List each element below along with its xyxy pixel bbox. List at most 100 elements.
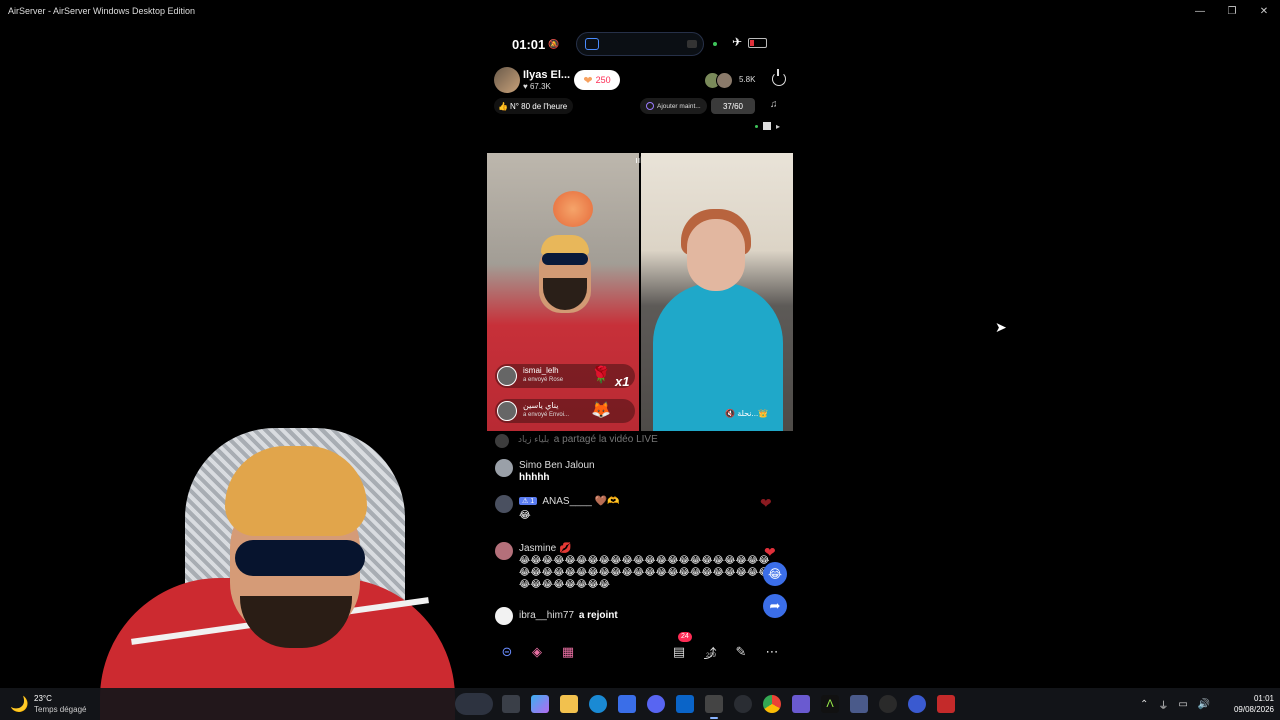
weather-widget[interactable]: 🌙 23°C Temps dégagé (10, 693, 100, 715)
task-view-icon[interactable] (502, 695, 520, 713)
chevron-up-icon[interactable]: ⌃ (1140, 699, 1148, 710)
hourly-rank-pill[interactable]: 👍 N° 80 de l'heure (494, 98, 574, 114)
heart-icon: ❤ (764, 544, 776, 560)
window-titlebar: AirServer - AirServer Windows Desktop Ed… (0, 0, 1280, 22)
avatar[interactable] (495, 542, 513, 560)
chat-message: بلياء زياد a partagé la vidéo LIVE (494, 434, 794, 448)
share-count: 299 (706, 653, 717, 659)
active-app-indicator (710, 717, 718, 719)
airserver-icon[interactable] (705, 695, 723, 713)
chat-user[interactable]: Simo Ben Jaloun (519, 460, 595, 471)
viewer-count[interactable]: 5.8K (739, 75, 755, 84)
maximize-button[interactable]: ❐ (1216, 0, 1248, 22)
file-explorer-icon[interactable] (560, 695, 578, 713)
follow-button[interactable]: ❤ 250 (574, 70, 620, 90)
avatar[interactable] (495, 459, 513, 477)
top-viewers[interactable] (704, 72, 736, 90)
outlook-icon[interactable] (676, 695, 694, 713)
guest-face (687, 219, 745, 291)
level-badge: ⚠ 1 (519, 497, 538, 505)
gift-sub: a envoyé Rose (523, 377, 564, 383)
avatar (497, 401, 517, 421)
host-video-pane[interactable]: ismai_lelh a envoyé Rose 🌹 يناي ياسين a … (487, 153, 639, 431)
thumbs-up-icon: 👍 (498, 101, 508, 111)
music-icon[interactable]: ♫ (770, 99, 778, 110)
window-title: AirServer - AirServer Windows Desktop Ed… (8, 6, 196, 16)
ea-icon[interactable] (908, 695, 926, 713)
chat-text: 😂 (519, 510, 531, 521)
chat-user: Jasmine (519, 543, 557, 554)
nvidia-icon[interactable]: Λ (821, 695, 839, 713)
guest-video-pane[interactable]: 🔇 نحلة...👑 (641, 153, 793, 431)
chat-text: a rejoint (578, 610, 618, 621)
network-icon[interactable]: ▭ (1178, 699, 1187, 710)
steam-icon[interactable] (879, 695, 897, 713)
taskbar-search[interactable] (455, 693, 493, 715)
volume-icon[interactable]: 🔊 (1198, 699, 1210, 710)
avatar (495, 434, 509, 448)
multi-guest-icon[interactable]: ◈ (527, 642, 547, 662)
chrome-icon[interactable] (763, 695, 781, 713)
rose-icon: 🌹 (591, 367, 611, 384)
gift-notification: يناي ياسين a envoyé Envoi... 🦊 (495, 399, 635, 423)
power-icon[interactable] (772, 69, 786, 86)
edge-icon[interactable] (589, 695, 607, 713)
weather-temp: 23°C (34, 694, 52, 703)
moon-icon: 🌙 (10, 696, 29, 713)
add-guest-label: Ajouter maint... (657, 102, 701, 110)
minimize-button[interactable]: — (1184, 0, 1216, 22)
share-icon[interactable]: ⤴ (700, 642, 720, 662)
status-time: 01:01 (512, 36, 546, 52)
chat-app-icon[interactable] (850, 695, 868, 713)
guest-count-pill[interactable]: 37/60 (711, 98, 755, 114)
mouse-cursor-icon: ➤ (995, 319, 1007, 335)
chevron-right-icon[interactable]: ▸ (776, 122, 780, 131)
live-rank-row: 👍 N° 80 de l'heure Ajouter maint... 37/6… (494, 98, 794, 114)
game-controller-icon[interactable] (792, 695, 810, 713)
weather-desc: Temps dégagé (34, 705, 87, 714)
chat-badges: 💋 (559, 543, 572, 554)
home-icon[interactable] (763, 122, 771, 130)
multi-guest-video: ismai_lelh a envoyé Rose 🌹 يناي ياسين a … (487, 153, 793, 431)
gift-user: يناي ياسين (523, 401, 559, 410)
microphone-icon[interactable]: ⏚ (1158, 697, 1168, 712)
copilot-icon[interactable] (531, 695, 549, 713)
chat-text: a partagé la vidéo LIVE (553, 434, 658, 445)
avatar[interactable] (495, 607, 513, 625)
close-button[interactable]: ✕ (1248, 0, 1280, 22)
chat-message: ibra__him77 a rejoint (494, 607, 794, 625)
discord-icon[interactable] (647, 695, 665, 713)
system-tray: ⌃ ⏚ ▭ 🔊 (1140, 697, 1220, 712)
heart-icon: ❤ (760, 495, 772, 511)
chat-text: hhhhh (519, 472, 550, 483)
host-name[interactable]: Ilyas El... (523, 69, 570, 81)
host-hair (541, 235, 589, 255)
avatar (716, 72, 733, 89)
webcam-hair (225, 446, 367, 536)
clock-time: 01:01 (1253, 694, 1274, 703)
webcam-sunglasses (235, 540, 365, 576)
chat-user: ANAS____ (542, 496, 592, 507)
link-icon[interactable]: ⊝ (497, 642, 517, 662)
stream-app-icon[interactable] (937, 695, 955, 713)
chat-user: بلياء زياد (518, 434, 550, 444)
chat-text: 😂😂😂😂😂😂😂😂😂😂😂😂😂😂😂😂😂😂😂😂😂😂😂😂😂😂😂😂😂😂😂😂😂😂😂😂😂😂😂😂… (519, 555, 770, 590)
comments-icon[interactable]: ▤ (669, 642, 689, 662)
host-avatar[interactable] (494, 67, 520, 93)
more-icon[interactable]: ⋯ (762, 642, 782, 662)
taskbar-clock[interactable]: 01:01 09/08/2026 (1222, 693, 1274, 715)
add-guest-button[interactable]: Ajouter maint... (640, 98, 707, 114)
obs-icon[interactable] (734, 695, 752, 713)
live-toolbar: ⊝ ◈ ▦ ▤ 24 ⤴ 299 ✎ ⋯ (494, 632, 794, 664)
guest-count: 37/60 (722, 101, 744, 111)
avatar[interactable] (495, 495, 513, 513)
host-likes: ♥ 67.3K (523, 82, 551, 91)
reaction-button[interactable]: 😂 (763, 562, 787, 586)
airplane-icon: ✈ (732, 35, 743, 49)
grid-icon[interactable]: ▦ (558, 642, 578, 662)
gift-multiplier: x1 (615, 374, 630, 389)
live-dot-icon (755, 124, 758, 128)
magic-wand-icon[interactable]: ✎ (731, 642, 751, 662)
store-icon[interactable] (618, 695, 636, 713)
webcam-overlay (100, 428, 455, 720)
